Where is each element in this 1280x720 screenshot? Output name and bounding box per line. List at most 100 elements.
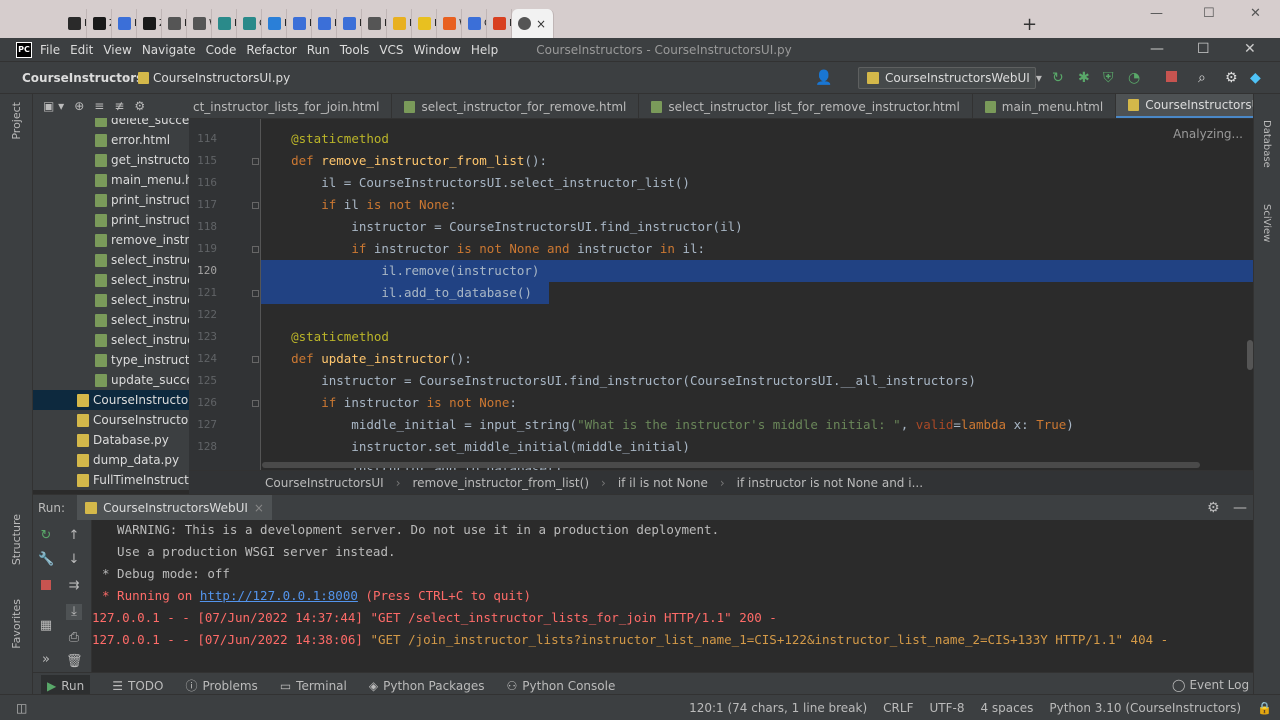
tree-item[interactable]: get_instructor_ (33, 150, 189, 170)
breadcrumb-method[interactable]: remove_instructor_from_list() (413, 476, 590, 490)
browser-tab[interactable]: Z (137, 9, 162, 38)
tree-item[interactable]: CourseInstructorsW (33, 410, 189, 430)
editor-tab[interactable]: select_instructor_list_for_remove_instru… (639, 94, 973, 118)
browser-tab[interactable]: D (212, 9, 237, 38)
browser-maximize-icon[interactable]: ☐ (1203, 6, 1215, 21)
run-tab[interactable]: CourseInstructorsWebUI × (77, 494, 272, 521)
tree-item[interactable]: select_instructo (33, 330, 189, 350)
browser-tab[interactable]: W (437, 9, 462, 38)
menu-run[interactable]: Run (307, 43, 330, 57)
menu-file[interactable]: File (40, 43, 60, 57)
close-tab-icon[interactable]: × (254, 501, 264, 515)
menu-edit[interactable]: Edit (70, 43, 93, 57)
soft-wrap-icon[interactable]: ⇉ (66, 578, 82, 594)
code-area[interactable]: @staticmethod def remove_instructor_from… (261, 119, 1253, 470)
tree-item[interactable]: select_instructo (33, 290, 189, 310)
fold-marker-icon[interactable] (252, 202, 259, 209)
tree-item[interactable]: dump_data.py (33, 450, 189, 470)
browser-tab[interactable]: Z (87, 9, 112, 38)
status-encoding[interactable]: UTF-8 (929, 701, 964, 715)
wrench-icon[interactable]: 🔧 (38, 552, 54, 568)
browser-tab[interactable]: C (237, 9, 262, 38)
new-tab-button[interactable]: + (1022, 14, 1037, 35)
search-icon[interactable]: ⌕ (1198, 70, 1206, 86)
browser-tab[interactable]: M (487, 9, 512, 38)
fold-marker-icon[interactable] (252, 290, 259, 297)
event-log-button[interactable]: ◯ Event Log (1172, 678, 1249, 692)
browser-tab[interactable]: D (412, 9, 437, 38)
status-indent[interactable]: 4 spaces (980, 701, 1033, 715)
project-tool-window-button[interactable]: Project (10, 102, 23, 140)
server-url-link[interactable]: http://127.0.0.1:8000 (200, 588, 358, 603)
editor-horizontal-scrollbar[interactable] (262, 462, 1200, 468)
editor-tab[interactable]: select_instructor_for_remove.html (392, 94, 640, 118)
editor-tab[interactable]: ct_instructor_lists_for_join.html (189, 94, 393, 118)
terminal-tool-button[interactable]: ▭ Terminal (280, 679, 347, 693)
delete-icon[interactable]: 🗑 (66, 654, 83, 670)
run-console[interactable]: WARNING: This is a development server. D… (92, 520, 1252, 672)
tree-item[interactable]: remove_instru (33, 230, 189, 250)
tree-item[interactable]: print_instructo (33, 210, 189, 230)
browser-tab[interactable]: M (387, 9, 412, 38)
user-icon[interactable]: 👤 (815, 70, 832, 86)
layout-icon[interactable]: ▦ (38, 618, 54, 634)
breadcrumb-if-2[interactable]: if instructor is not None and i... (737, 476, 923, 490)
menu-vcs[interactable]: VCS (379, 43, 403, 57)
close-tab-icon[interactable]: × (536, 17, 546, 31)
tree-item[interactable]: type_instructor (33, 350, 189, 370)
menu-help[interactable]: Help (471, 43, 498, 57)
tree-item[interactable]: error.html (33, 130, 189, 150)
browser-tab-active[interactable]: × (512, 9, 554, 38)
fold-marker-icon[interactable] (252, 246, 259, 253)
tree-item[interactable]: print_instructo (33, 190, 189, 210)
scroll-down-icon[interactable]: ↓ (66, 552, 82, 568)
tree-item[interactable]: FullTimeInstructor (33, 470, 189, 490)
tree-item[interactable]: CourseInstructorsU (33, 390, 189, 410)
more-icon[interactable]: » (38, 652, 54, 668)
editor-tab[interactable]: CourseInstructorsUI.py (1116, 94, 1253, 118)
structure-tool-window-button[interactable]: Structure (10, 514, 23, 565)
python-packages-tool-button[interactable]: ◈ Python Packages (369, 679, 485, 693)
browser-tab[interactable]: G (462, 9, 487, 38)
tree-item[interactable]: select_instructo (33, 250, 189, 270)
problems-tool-button[interactable]: ⓘ Problems (185, 677, 257, 694)
lock-icon[interactable]: 🔒 (1257, 701, 1272, 715)
menu-tools[interactable]: Tools (340, 43, 370, 57)
tree-item[interactable]: select_instructo (33, 310, 189, 330)
tree-item[interactable]: delete_succeed (33, 118, 189, 130)
menu-view[interactable]: View (103, 43, 131, 57)
browser-tab[interactable]: W (187, 9, 212, 38)
stop-icon[interactable] (41, 580, 51, 590)
scroll-up-icon[interactable]: ↑ (66, 528, 82, 544)
editor-tab[interactable]: main_menu.html (973, 94, 1117, 118)
close-icon[interactable]: ✕ (1244, 41, 1256, 57)
debug-icon[interactable]: ✱ (1078, 70, 1090, 86)
stop-icon[interactable] (1166, 71, 1177, 82)
browser-tab[interactable]: H (62, 9, 87, 38)
tree-item[interactable]: main_menu.ht (33, 170, 189, 190)
browser-tab[interactable]: Pc (262, 9, 287, 38)
print-icon[interactable]: ⎙ (66, 630, 82, 646)
toggle-tool-windows-icon[interactable]: ◫ (16, 701, 27, 715)
todo-tool-button[interactable]: ☰ TODO (112, 679, 163, 693)
project-settings-gear-icon[interactable]: ⚙ (134, 99, 145, 113)
tree-item[interactable]: update_succee (33, 370, 189, 390)
python-console-tool-button[interactable]: ⚇ Python Console (507, 679, 616, 693)
status-line-separator[interactable]: CRLF (883, 701, 913, 715)
minimize-icon[interactable]: — (1150, 41, 1164, 57)
coverage-icon[interactable]: ⛨ (1103, 70, 1114, 86)
browser-close-icon[interactable]: ✕ (1250, 6, 1261, 21)
breadcrumb-if-1[interactable]: if il is not None (618, 476, 708, 490)
run-configuration-select[interactable]: CourseInstructorsWebUI ▾ (858, 67, 1042, 89)
tree-item[interactable]: select_instructo (33, 270, 189, 290)
collapse-all-icon[interactable]: ≢ (114, 99, 124, 113)
status-interpreter[interactable]: Python 3.10 (CourseInstructors) (1049, 701, 1241, 715)
editor-vertical-scrollbar[interactable] (1247, 340, 1253, 370)
browser-tab[interactable]: Le (287, 9, 312, 38)
settings-gear-icon[interactable]: ⚙ (1225, 70, 1238, 86)
code-editor[interactable]: 114 115 116 117 118 119 120 121 122 123 124 125 126 1… (189, 119, 1253, 470)
run-settings-gear-icon[interactable]: ⚙ (1207, 500, 1220, 516)
sciview-tool-window-button[interactable]: SciView (1261, 204, 1272, 242)
menu-code[interactable]: Code (206, 43, 237, 57)
plugin-icon[interactable]: ◆ (1250, 70, 1261, 86)
